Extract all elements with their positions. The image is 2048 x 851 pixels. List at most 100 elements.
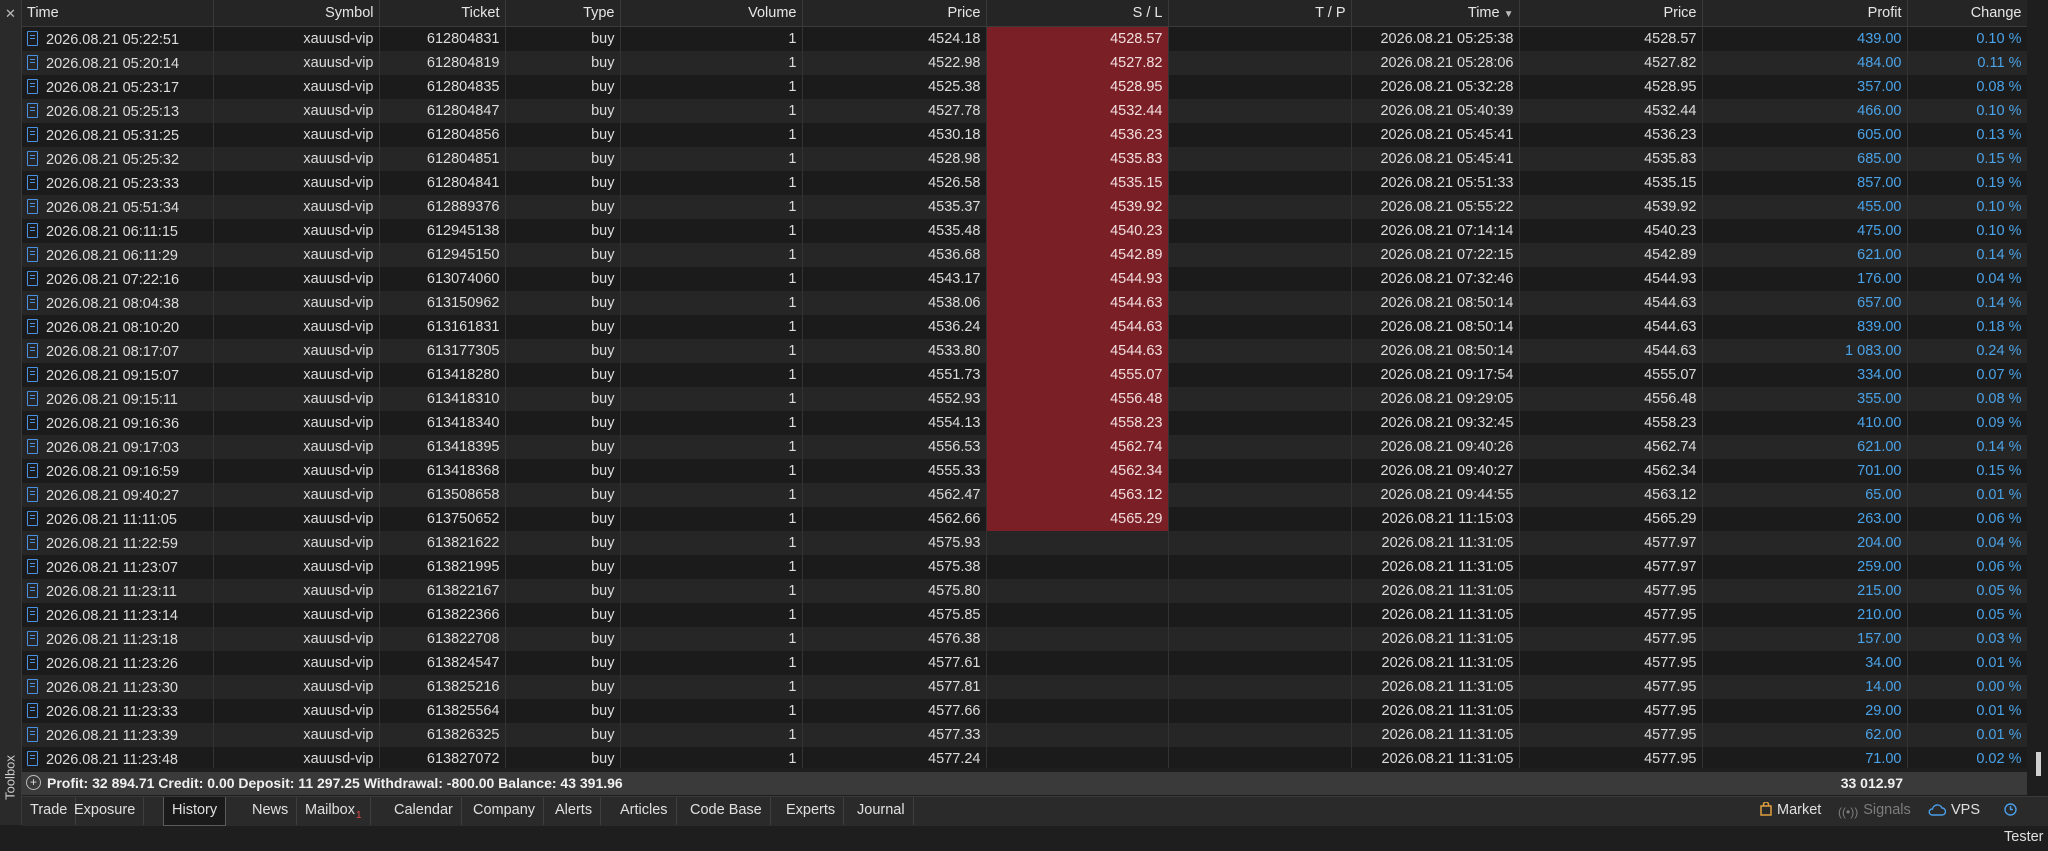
tab-articles[interactable]: Articles (612, 797, 677, 825)
table-row[interactable]: 2026.08.21 11:23:30 xauusd-vip 613825216 bu… (22, 675, 2027, 699)
table-row[interactable]: 2026.08.21 09:15:11 xauusd-vip 613418310 bu… (22, 387, 2027, 411)
vps-button[interactable]: VPS (1928, 797, 1980, 825)
column-header-close-price[interactable]: Price (1519, 0, 1703, 27)
cell-close-time: 2026.08.21 07:14:14 (1351, 219, 1520, 243)
column-header-type[interactable]: Type (505, 0, 621, 27)
tab-experts[interactable]: Experts (778, 797, 845, 825)
column-header-price[interactable]: Price (802, 0, 987, 27)
cell-time-text: 2026.08.21 05:51:34 (46, 199, 180, 216)
cell-type: buy (505, 723, 621, 747)
column-header-sl[interactable]: S / L (986, 0, 1169, 27)
table-row[interactable]: 2026.08.21 05:23:17 xauusd-vip 612804835 bu… (22, 75, 2027, 99)
table-row[interactable]: 2026.08.21 06:11:15 xauusd-vip 612945138 bu… (22, 219, 2027, 243)
table-row[interactable]: 2026.08.21 11:23:14 xauusd-vip 613822366 bu… (22, 603, 2027, 627)
deal-document-icon (27, 702, 38, 718)
tab-mailbox[interactable]: Mailbox1 (297, 797, 371, 825)
tester-button[interactable]: Tester (2004, 797, 2048, 845)
column-header-profit[interactable]: Profit (1702, 0, 1908, 27)
cell-ticket: 613825216 (379, 675, 506, 699)
cell-change: 0.01 % (1907, 699, 2027, 723)
cell-time: 2026.08.21 11:23:11 (22, 579, 214, 603)
table-row[interactable]: 2026.08.21 11:23:07 xauusd-vip 613821995 bu… (22, 555, 2027, 579)
cell-sl: 4544.63 (986, 315, 1169, 339)
expand-icon[interactable]: + (26, 775, 41, 790)
cell-close-price: 4527.82 (1519, 51, 1703, 75)
table-row[interactable]: 2026.08.21 05:25:13 xauusd-vip 612804847 bu… (22, 99, 2027, 123)
table-row[interactable]: 2026.08.21 11:23:18 xauusd-vip 613822708 bu… (22, 627, 2027, 651)
tab-history[interactable]: History (163, 797, 227, 826)
close-icon[interactable]: ✕ (5, 6, 16, 22)
tab-alerts[interactable]: Alerts (547, 797, 602, 825)
cell-ticket: 613825564 (379, 699, 506, 723)
table-row[interactable]: 2026.08.21 05:22:51 xauusd-vip 612804831 bu… (22, 26, 2027, 51)
table-row[interactable]: 2026.08.21 11:22:59 xauusd-vip 613821622 bu… (22, 531, 2027, 555)
table-row[interactable]: 2026.08.21 09:15:07 xauusd-vip 613418280 bu… (22, 363, 2027, 387)
cell-close-price: 4577.97 (1519, 555, 1703, 579)
table-row[interactable]: 2026.08.21 05:31:25 xauusd-vip 612804856 bu… (22, 123, 2027, 147)
tab-calendar[interactable]: Calendar (386, 797, 462, 825)
signals-button[interactable]: ((•)) Signals (1838, 797, 1911, 825)
table-row[interactable]: 2026.08.21 08:17:07 xauusd-vip 613177305 bu… (22, 339, 2027, 363)
cell-volume: 1 (620, 603, 803, 627)
history-table: Time Symbol Ticket Type Volume Price S /… (22, 0, 2027, 768)
column-header-symbol[interactable]: Symbol (213, 0, 380, 27)
cell-profit: 259.00 (1702, 555, 1908, 579)
cell-close-time: 2026.08.21 05:51:33 (1351, 171, 1520, 195)
vertical-scrollbar[interactable] (2028, 0, 2048, 790)
cell-close-price: 4577.95 (1519, 675, 1703, 699)
cell-volume: 1 (620, 483, 803, 507)
cell-type: buy (505, 411, 621, 435)
table-row[interactable]: 2026.08.21 09:40:27 xauusd-vip 613508658 bu… (22, 483, 2027, 507)
scrollbar-thumb[interactable] (2036, 752, 2041, 776)
tab-company[interactable]: Company (465, 797, 545, 825)
table-row[interactable]: 2026.08.21 11:23:39 xauusd-vip 613826325 bu… (22, 723, 2027, 747)
market-button[interactable]: Market (1760, 797, 1821, 825)
signals-icon: ((•)) (1838, 805, 1859, 819)
column-header-tp[interactable]: T / P (1168, 0, 1352, 27)
cell-volume: 1 (620, 219, 803, 243)
tab-exposure[interactable]: Exposure (66, 797, 145, 825)
tab-code-base[interactable]: Code Base (682, 797, 771, 825)
cell-time: 2026.08.21 11:22:59 (22, 531, 214, 555)
table-row[interactable]: 2026.08.21 09:16:36 xauusd-vip 613418340 bu… (22, 411, 2027, 435)
table-row[interactable]: 2026.08.21 05:51:34 xauusd-vip 612889376 bu… (22, 195, 2027, 219)
table-row[interactable]: 2026.08.21 11:23:48 xauusd-vip 613827072 bu… (22, 747, 2027, 768)
column-header-time[interactable]: Time (22, 0, 214, 27)
column-header-volume[interactable]: Volume (620, 0, 803, 27)
cell-ticket: 613161831 (379, 315, 506, 339)
column-header-close-time[interactable]: Time ▼ (1351, 0, 1520, 27)
cell-ticket: 613150962 (379, 291, 506, 315)
cell-volume: 1 (620, 171, 803, 195)
tab-news[interactable]: News (244, 797, 298, 825)
cell-tp (1168, 291, 1352, 315)
tab-label: Alerts (555, 802, 593, 818)
column-header-change[interactable]: Change (1907, 0, 2027, 27)
table-row[interactable]: 2026.08.21 05:25:32 xauusd-vip 612804851 bu… (22, 147, 2027, 171)
table-row[interactable]: 2026.08.21 09:16:59 xauusd-vip 613418368 bu… (22, 459, 2027, 483)
table-row[interactable]: 2026.08.21 06:11:29 xauusd-vip 612945150 bu… (22, 243, 2027, 267)
cell-price: 4551.73 (802, 363, 987, 387)
table-row[interactable]: 2026.08.21 05:23:33 xauusd-vip 612804841 bu… (22, 171, 2027, 195)
cell-volume: 1 (620, 75, 803, 99)
cell-time-text: 2026.08.21 05:25:13 (46, 103, 180, 120)
table-row[interactable]: 2026.08.21 07:22:16 xauusd-vip 613074060 bu… (22, 267, 2027, 291)
table-row[interactable]: 2026.08.21 09:17:03 xauusd-vip 613418395 bu… (22, 435, 2027, 459)
table-row[interactable]: 2026.08.21 11:23:26 xauusd-vip 613824547 bu… (22, 651, 2027, 675)
cell-sl: 4544.63 (986, 339, 1169, 363)
cell-symbol: xauusd-vip (213, 627, 380, 651)
column-header-ticket[interactable]: Ticket (379, 0, 506, 27)
table-row[interactable]: 2026.08.21 11:23:11 xauusd-vip 613822167 bu… (22, 579, 2027, 603)
cell-change: 0.14 % (1907, 243, 2027, 267)
cell-sl (986, 603, 1169, 627)
table-row[interactable]: 2026.08.21 08:04:38 xauusd-vip 613150962 bu… (22, 291, 2027, 315)
table-row[interactable]: 2026.08.21 11:11:05 xauusd-vip 613750652 bu… (22, 507, 2027, 531)
cell-sl: 4527.82 (986, 51, 1169, 75)
cell-close-time: 2026.08.21 11:31:05 (1351, 723, 1520, 747)
table-row[interactable]: 2026.08.21 11:23:33 xauusd-vip 613825564 bu… (22, 699, 2027, 723)
signals-label: Signals (1863, 802, 1911, 818)
table-row[interactable]: 2026.08.21 05:20:14 xauusd-vip 612804819 bu… (22, 51, 2027, 75)
tab-journal[interactable]: Journal (849, 797, 914, 825)
cell-type: buy (505, 555, 621, 579)
table-row[interactable]: 2026.08.21 08:10:20 xauusd-vip 613161831 bu… (22, 315, 2027, 339)
cell-time: 2026.08.21 05:25:13 (22, 99, 214, 123)
